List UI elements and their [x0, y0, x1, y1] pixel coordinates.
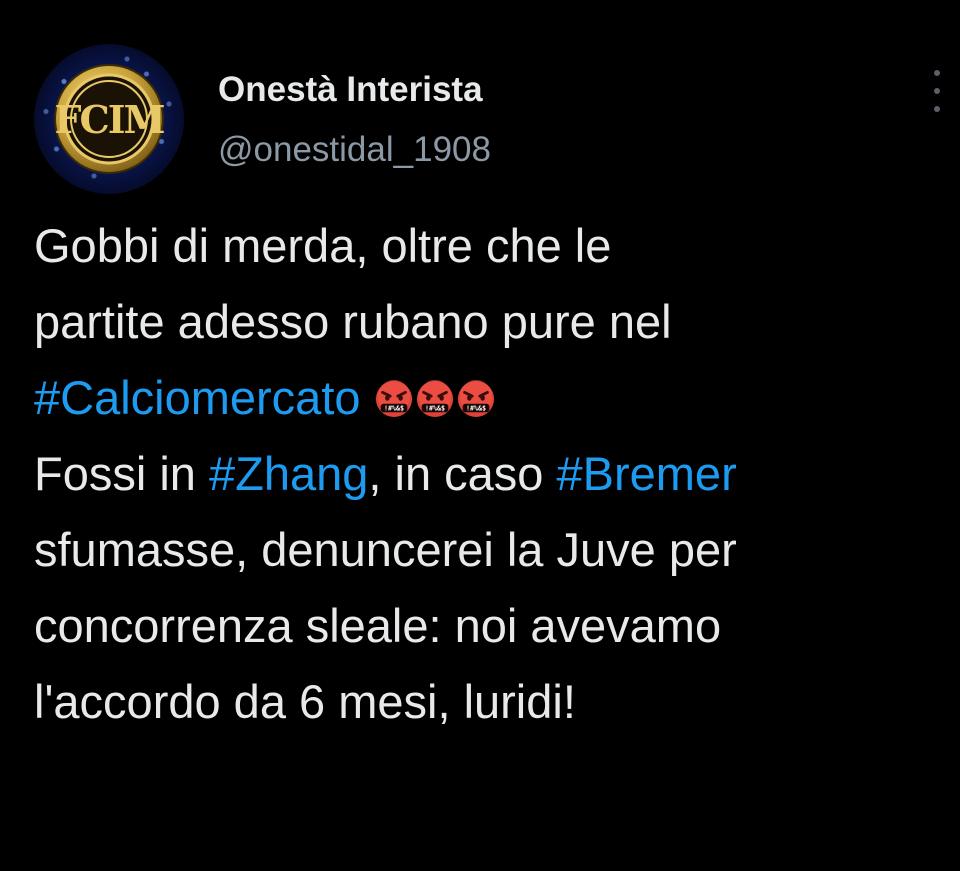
- tweet-line-7: l'accordo da 6 mesi, luridi!: [34, 675, 576, 728]
- tweet-line-1: Gobbi di merda, oltre che le: [34, 219, 612, 272]
- tweet-line-4-start: Fossi in: [34, 447, 209, 500]
- hashtag-zhang-link[interactable]: #Zhang: [209, 447, 368, 500]
- more-options-button[interactable]: [926, 70, 948, 112]
- tweet-line-5: sfumasse, denuncerei la Juve per: [34, 523, 737, 576]
- tweet-line-3: #Calciomercato !#%&$ !#%&$ !#%&$: [34, 360, 954, 436]
- face-with-symbols-on-mouth-icon: !#%&$: [416, 380, 453, 418]
- user-handle[interactable]: @onestidal_1908: [218, 130, 491, 170]
- svg-text:!#%&$: !#%&$: [425, 404, 445, 412]
- tweet-card: FCIM Onestà Interista @onestidal_1908 Go…: [0, 0, 960, 871]
- more-vertical-icon-dot: [934, 106, 940, 112]
- tweet-line-4: Fossi in #Zhang, in caso #Bremer: [34, 436, 954, 512]
- display-name[interactable]: Onestà Interista: [218, 70, 483, 110]
- avatar-logo-text: FCIM: [54, 97, 164, 142]
- more-vertical-icon: [934, 70, 940, 76]
- tweet-line-4-middle: , in caso: [368, 447, 557, 500]
- tweet-line-2: partite adesso rubano pure nel: [34, 295, 672, 348]
- hashtag-calciomercato-link[interactable]: #Calciomercato: [34, 371, 361, 424]
- tweet-text: Gobbi di merda, oltre che le partite ade…: [34, 208, 954, 740]
- avatar[interactable]: FCIM: [34, 44, 184, 194]
- svg-text:!#%&$: !#%&$: [384, 404, 404, 412]
- face-with-symbols-on-mouth-icon: !#%&$: [457, 380, 494, 418]
- inter-logo-icon: FCIM: [54, 64, 166, 174]
- svg-text:!#%&$: !#%&$: [466, 404, 486, 412]
- hashtag-bremer-link[interactable]: #Bremer: [557, 447, 737, 500]
- face-with-symbols-on-mouth-icon: !#%&$: [375, 380, 412, 418]
- tweet-line-6: concorrenza sleale: noi avevamo: [34, 599, 722, 652]
- more-vertical-icon-dot: [934, 88, 940, 94]
